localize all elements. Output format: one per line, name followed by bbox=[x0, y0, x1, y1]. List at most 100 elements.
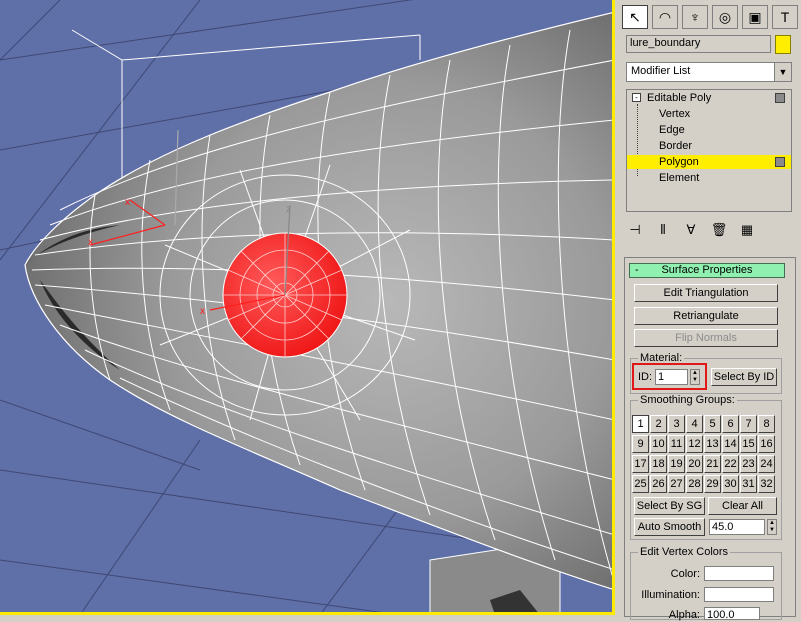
smoothing-group-button[interactable]: 16 bbox=[758, 435, 775, 453]
smoothing-group-button[interactable]: 17 bbox=[632, 455, 649, 473]
modify-icon: ◠ bbox=[658, 8, 672, 25]
stack-item-polygon[interactable]: Polygon bbox=[627, 155, 791, 169]
select-by-sg-button[interactable]: Select By SG bbox=[634, 497, 705, 515]
smoothing-group-button[interactable]: 5 bbox=[704, 415, 721, 433]
smoothing-group-button[interactable]: 24 bbox=[758, 455, 775, 473]
smoothing-group-button[interactable]: 31 bbox=[740, 475, 757, 493]
material-id-spinner[interactable]: ▲ ▼ bbox=[690, 369, 700, 385]
hierarchy-icon: ♆ bbox=[689, 9, 701, 25]
smoothing-group-grid: 1 2 3 4 5 6 7 8 9 10 11 12 13 14 15 16 1… bbox=[632, 415, 775, 493]
object-name-field[interactable]: lure_boundary bbox=[626, 35, 771, 53]
collapse-icon[interactable]: - bbox=[632, 93, 641, 102]
object-color-swatch[interactable] bbox=[775, 35, 791, 54]
stack-item-label: Element bbox=[659, 172, 700, 184]
smoothing-group-button[interactable]: 11 bbox=[668, 435, 685, 453]
stack-toggle-icon[interactable] bbox=[775, 157, 785, 167]
smoothing-group-button[interactable]: 12 bbox=[686, 435, 703, 453]
smoothing-group-button[interactable]: 32 bbox=[758, 475, 775, 493]
material-id-field[interactable]: 1 bbox=[655, 369, 688, 385]
stack-item-element[interactable]: Element bbox=[627, 171, 791, 185]
utilities-icon: T bbox=[780, 9, 790, 25]
edit-vertex-colors-title: Edit Vertex Colors bbox=[638, 546, 731, 558]
modifier-stack: - Editable Poly Vertex Edge Border Polyg… bbox=[626, 89, 792, 212]
svg-text:x: x bbox=[125, 197, 130, 208]
stack-item-label: Polygon bbox=[659, 156, 699, 168]
smoothing-group-button[interactable]: 20 bbox=[686, 455, 703, 473]
modify-tab-icon[interactable]: ◠ bbox=[652, 5, 678, 29]
auto-smooth-spinner[interactable]: ▲ ▼ bbox=[767, 519, 777, 535]
smoothing-group-button[interactable]: 26 bbox=[650, 475, 667, 493]
vertex-color-swatch[interactable] bbox=[704, 566, 774, 581]
motion-icon: ◎ bbox=[718, 8, 732, 25]
pin-stack-icon[interactable]: ⊣ bbox=[626, 222, 644, 238]
smoothing-group-button[interactable]: 1 bbox=[632, 415, 649, 433]
smoothing-group-button[interactable]: 22 bbox=[722, 455, 739, 473]
display-icon: ▣ bbox=[748, 8, 762, 25]
smoothing-group-button[interactable]: 8 bbox=[758, 415, 775, 433]
rollout-header[interactable]: - Surface Properties bbox=[629, 263, 785, 278]
stack-item-label: Border bbox=[659, 140, 693, 152]
display-tab-icon[interactable]: ▣ bbox=[742, 5, 768, 29]
smoothing-group-button[interactable]: 25 bbox=[632, 475, 649, 493]
smoothing-group-button[interactable]: 29 bbox=[704, 475, 721, 493]
smoothing-group-button[interactable]: 7 bbox=[740, 415, 757, 433]
collapse-icon: - bbox=[635, 264, 639, 276]
illumination-color-swatch[interactable] bbox=[704, 587, 774, 602]
auto-smooth-button[interactable]: Auto Smooth bbox=[634, 518, 705, 536]
utilities-tab-icon[interactable]: T bbox=[772, 5, 798, 29]
svg-text:z: z bbox=[286, 204, 291, 215]
smoothing-group-button[interactable]: 23 bbox=[740, 455, 757, 473]
flip-normals-button[interactable]: Flip Normals bbox=[634, 329, 778, 347]
create-tab-icon[interactable]: ↖ bbox=[622, 5, 648, 29]
viewport-canvas[interactable]: z x x x bbox=[0, 0, 615, 615]
smoothing-group-button[interactable]: 2 bbox=[650, 415, 667, 433]
edit-triangulation-button[interactable]: Edit Triangulation bbox=[634, 284, 778, 302]
smoothing-group-button[interactable]: 19 bbox=[668, 455, 685, 473]
smoothing-group-button[interactable]: 4 bbox=[686, 415, 703, 433]
modifier-list-dropdown[interactable]: Modifier List ▼ bbox=[626, 62, 792, 82]
stack-item-label: Editable Poly bbox=[647, 92, 712, 104]
show-end-result-icon[interactable]: ⫴ bbox=[654, 222, 672, 238]
smoothing-group-button[interactable]: 28 bbox=[686, 475, 703, 493]
stack-item-vertex[interactable]: Vertex bbox=[627, 107, 791, 121]
stack-item-label: Vertex bbox=[659, 108, 691, 120]
alpha-field[interactable]: 100.0 bbox=[704, 607, 760, 621]
auto-smooth-threshold-field[interactable]: 45.0 bbox=[709, 519, 765, 535]
stack-item-label: Edge bbox=[659, 124, 685, 136]
stack-item-edge[interactable]: Edge bbox=[627, 123, 791, 137]
stack-toolbar: ⊣ ⫴ ∀ 🗑 ▦ bbox=[626, 219, 792, 241]
stack-toggle-icon[interactable] bbox=[775, 93, 785, 103]
perspective-viewport[interactable]: z x x x bbox=[0, 0, 615, 615]
hierarchy-tab-icon[interactable]: ♆ bbox=[682, 5, 708, 29]
smoothing-group-button[interactable]: 10 bbox=[650, 435, 667, 453]
stack-item-border[interactable]: Border bbox=[627, 139, 791, 153]
command-panel: ↖ ◠ ♆ ◎ ▣ T lure_boundary Modifier List … bbox=[618, 0, 801, 621]
motion-tab-icon[interactable]: ◎ bbox=[712, 5, 738, 29]
modifier-list-label: Modifier List bbox=[631, 65, 691, 77]
make-unique-icon[interactable]: ∀ bbox=[682, 222, 700, 238]
clear-all-button[interactable]: Clear All bbox=[708, 497, 777, 515]
color-label: Color: bbox=[670, 568, 700, 580]
smoothing-group-button[interactable]: 18 bbox=[650, 455, 667, 473]
retriangulate-button[interactable]: Retriangulate bbox=[634, 307, 778, 325]
smoothing-group-button[interactable]: 15 bbox=[740, 435, 757, 453]
smoothing-groups-title: Smoothing Groups: bbox=[638, 394, 737, 406]
smoothing-group-button[interactable]: 13 bbox=[704, 435, 721, 453]
smoothing-group-button[interactable]: 21 bbox=[704, 455, 721, 473]
configure-modifier-sets-icon[interactable]: ▦ bbox=[738, 222, 756, 238]
smoothing-group-button[interactable]: 30 bbox=[722, 475, 739, 493]
chevron-down-icon[interactable]: ▼ bbox=[774, 63, 791, 81]
smoothing-group-button[interactable]: 9 bbox=[632, 435, 649, 453]
stack-item-editable-poly[interactable]: - Editable Poly bbox=[627, 91, 791, 105]
rollout-title: Surface Properties bbox=[661, 264, 753, 276]
alpha-label: Alpha: bbox=[668, 609, 700, 621]
select-by-id-button[interactable]: Select By ID bbox=[711, 368, 777, 386]
smoothing-group-button[interactable]: 6 bbox=[722, 415, 739, 433]
smoothing-group-button[interactable]: 3 bbox=[668, 415, 685, 433]
remove-modifier-icon[interactable]: 🗑 bbox=[710, 222, 728, 238]
command-panel-tabs: ↖ ◠ ♆ ◎ ▣ T bbox=[622, 5, 798, 29]
smoothing-group-button[interactable]: 27 bbox=[668, 475, 685, 493]
smoothing-group-button[interactable]: 14 bbox=[722, 435, 739, 453]
illumination-label: Illumination: bbox=[641, 589, 700, 601]
create-icon: ↖ bbox=[629, 8, 641, 25]
